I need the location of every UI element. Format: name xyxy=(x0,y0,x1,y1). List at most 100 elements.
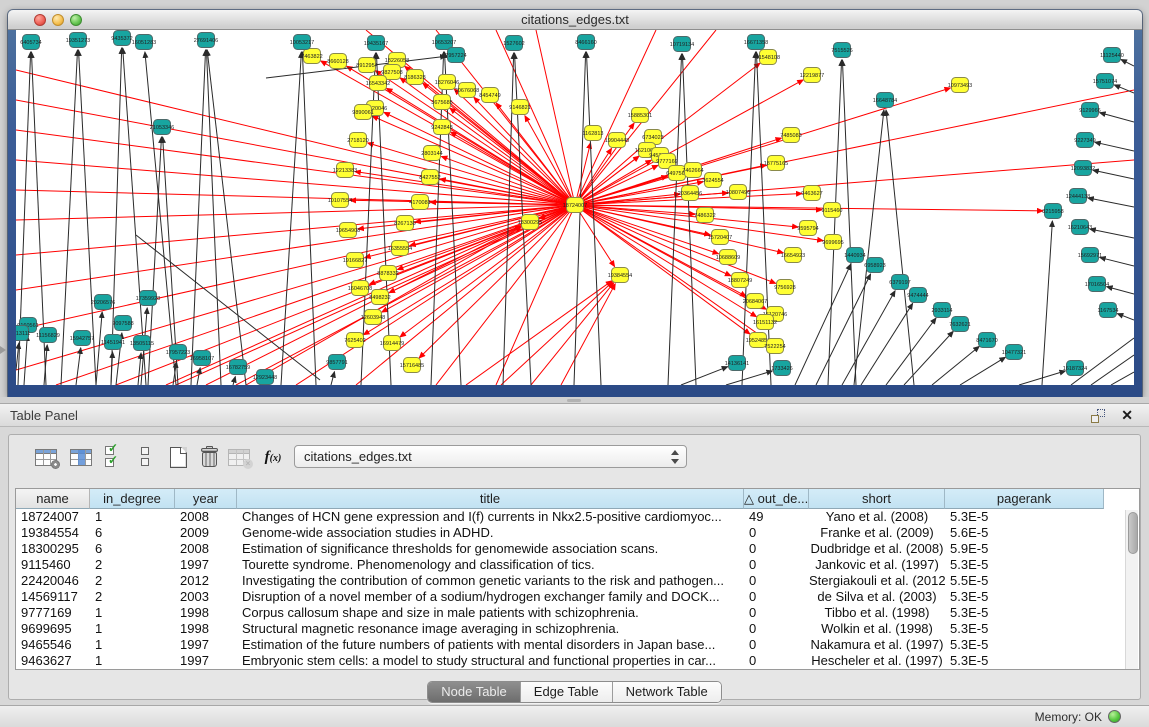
network-node-8466160[interactable]: 8466160 xyxy=(575,35,596,50)
cell-in_degree[interactable]: 6 xyxy=(90,525,175,541)
network-node-7522254[interactable]: 7522254 xyxy=(764,339,785,354)
cell-year[interactable]: 2012 xyxy=(175,573,237,589)
cell-pagerank[interactable]: 5.6E-5 xyxy=(945,525,1104,541)
column-header-title[interactable]: title xyxy=(237,489,744,509)
network-node-7957224[interactable]: 7957224 xyxy=(445,48,466,63)
network-node-19904448[interactable]: 19904448 xyxy=(605,133,629,148)
cell-title[interactable]: Genome-wide association studies in ADHD. xyxy=(237,525,744,541)
network-node-2803144[interactable]: 2803144 xyxy=(421,146,442,161)
table-row[interactable]: 946362711997Embryonic stem cells: a mode… xyxy=(16,653,1139,669)
network-node-1527602[interactable]: 1527602 xyxy=(503,36,524,51)
row-height-icon[interactable] xyxy=(131,443,159,471)
network-node-8186328[interactable]: 8186328 xyxy=(404,70,425,85)
cell-name[interactable]: 19384554 xyxy=(16,525,90,541)
citation-edge-black[interactable] xyxy=(861,303,913,385)
network-node-12444138[interactable]: 12444138 xyxy=(1066,189,1090,204)
cell-out_degree[interactable]: 0 xyxy=(744,573,809,589)
network-node-11156829[interactable]: 11156829 xyxy=(36,328,60,343)
network-node-14136141[interactable]: 14136141 xyxy=(725,356,749,371)
cell-short[interactable]: Nakamura et al. (1997) xyxy=(809,637,945,653)
citation-edge-black[interactable] xyxy=(681,367,728,385)
table-row[interactable]: 1830029562008Estimation of significance … xyxy=(16,541,1139,557)
network-node-11548108[interactable]: 11548108 xyxy=(756,50,780,65)
citation-edge-black[interactable] xyxy=(76,348,81,385)
citation-edge-black[interactable] xyxy=(886,318,936,385)
column-header-short[interactable]: short xyxy=(809,489,945,509)
network-node-8267130[interactable]: 8267130 xyxy=(394,216,415,231)
network-node-4170081[interactable]: 4170081 xyxy=(409,195,430,210)
network-node-16654923[interactable]: 16654923 xyxy=(781,248,805,263)
network-node-16210643[interactable]: 16210643 xyxy=(1068,220,1092,235)
cell-in_degree[interactable]: 1 xyxy=(90,605,175,621)
citation-edge-black[interactable] xyxy=(1090,229,1134,238)
network-node-9857791[interactable]: 9857791 xyxy=(326,355,347,370)
close-panel-icon[interactable]: ✕ xyxy=(1121,407,1133,424)
cell-year[interactable]: 2003 xyxy=(175,589,237,605)
table-row[interactable]: 977716911998Corpus callosum shape and si… xyxy=(16,605,1139,621)
network-node-18724007[interactable]: 18724007 xyxy=(563,198,587,213)
citation-edge-red[interactable] xyxy=(16,160,575,205)
cell-name[interactable]: 9115460 xyxy=(16,557,90,573)
cell-in_degree[interactable]: 1 xyxy=(90,621,175,637)
citation-network-graph[interactable]: 1872400718300295193845541162813199044486… xyxy=(16,30,1134,385)
citation-edge-red[interactable] xyxy=(561,284,615,385)
network-node-10477321[interactable]: 10477321 xyxy=(1002,345,1026,360)
cell-short[interactable]: Wolkin et al. (1998) xyxy=(809,621,945,637)
cell-pagerank[interactable]: 5.3E-5 xyxy=(945,621,1104,637)
cell-short[interactable]: Jankovic et al. (1997) xyxy=(809,557,945,573)
network-node-21053346[interactable]: 21053346 xyxy=(150,120,174,135)
network-node-16914479[interactable]: 16914479 xyxy=(380,336,404,351)
cell-title[interactable]: Embryonic stem cells: a model to study s… xyxy=(237,653,744,669)
column-header-pagerank[interactable]: pagerank xyxy=(945,489,1104,509)
window-titlebar[interactable]: citations_edges.txt xyxy=(8,10,1142,30)
citation-edge-black[interactable] xyxy=(1091,355,1134,385)
citation-edge-black[interactable] xyxy=(682,54,696,385)
network-node-16958107[interactable]: 16958107 xyxy=(190,351,214,366)
cell-name[interactable]: 9699695 xyxy=(16,621,90,637)
citation-edge-black[interactable] xyxy=(1100,113,1134,122)
network-node-17016504[interactable]: 17016504 xyxy=(1085,277,1109,292)
citation-edge-red[interactable] xyxy=(368,143,575,205)
cell-out_degree[interactable]: 0 xyxy=(744,525,809,541)
network-node-19435167[interactable]: 19435167 xyxy=(364,36,388,51)
cell-pagerank[interactable]: 5.9E-5 xyxy=(945,541,1104,557)
network-node-15716485[interactable]: 15716485 xyxy=(400,358,424,373)
network-node-15751074[interactable]: 15751074 xyxy=(1093,74,1117,89)
table-vertical-scrollbar[interactable] xyxy=(1125,510,1138,669)
table-source-select[interactable]: citations_edges.txt xyxy=(294,445,687,468)
citation-edge-red[interactable] xyxy=(389,205,575,293)
select-column-icon[interactable] xyxy=(67,443,95,471)
divider-grip[interactable] xyxy=(567,399,581,402)
citation-edge-black[interactable] xyxy=(138,353,141,385)
cell-in_degree[interactable]: 2 xyxy=(90,589,175,605)
network-node-1733426[interactable]: 1733426 xyxy=(771,361,792,376)
citation-edge-black[interactable] xyxy=(795,264,851,385)
cell-out_degree[interactable]: 0 xyxy=(744,621,809,637)
cell-short[interactable]: Yano et al. (2008) xyxy=(809,509,945,525)
citation-edge-black[interactable] xyxy=(331,372,334,385)
cell-year[interactable]: 1998 xyxy=(175,605,237,621)
network-node-7462664[interactable]: 7462664 xyxy=(682,163,703,178)
network-node-6379197[interactable]: 6379197 xyxy=(889,275,910,290)
network-node-27691406[interactable]: 27691406 xyxy=(194,33,218,48)
citation-edge-red[interactable] xyxy=(56,205,575,385)
network-node-3675685[interactable]: 3675685 xyxy=(431,95,452,110)
network-node-19384554[interactable]: 19384554 xyxy=(608,268,632,283)
network-node-8427552[interactable]: 8427552 xyxy=(419,170,440,185)
citation-edge-black[interactable] xyxy=(1100,257,1134,266)
network-node-1167534[interactable]: 1167534 xyxy=(1097,303,1118,318)
network-node-19166827[interactable]: 19166827 xyxy=(343,253,367,268)
table-row[interactable]: 911546021997Tourette syndrome. Phenomeno… xyxy=(16,557,1139,573)
network-node-15942757[interactable]: 15942757 xyxy=(70,331,94,346)
network-node-16355554[interactable]: 16355554 xyxy=(388,241,412,256)
citation-edge-black[interactable] xyxy=(207,50,246,385)
network-node-16543342[interactable]: 16543342 xyxy=(366,76,390,91)
citation-edge-black[interactable] xyxy=(233,377,235,385)
network-node-18300295[interactable]: 18300295 xyxy=(518,215,542,230)
network-node-7463822[interactable]: 7463822 xyxy=(301,49,322,64)
citation-edge-black[interactable] xyxy=(1107,287,1134,294)
cell-in_degree[interactable]: 2 xyxy=(90,573,175,589)
citation-edge-black[interactable] xyxy=(842,60,856,385)
network-node-10053217[interactable]: 10053217 xyxy=(290,35,314,50)
citation-edge-black[interactable] xyxy=(96,312,102,385)
